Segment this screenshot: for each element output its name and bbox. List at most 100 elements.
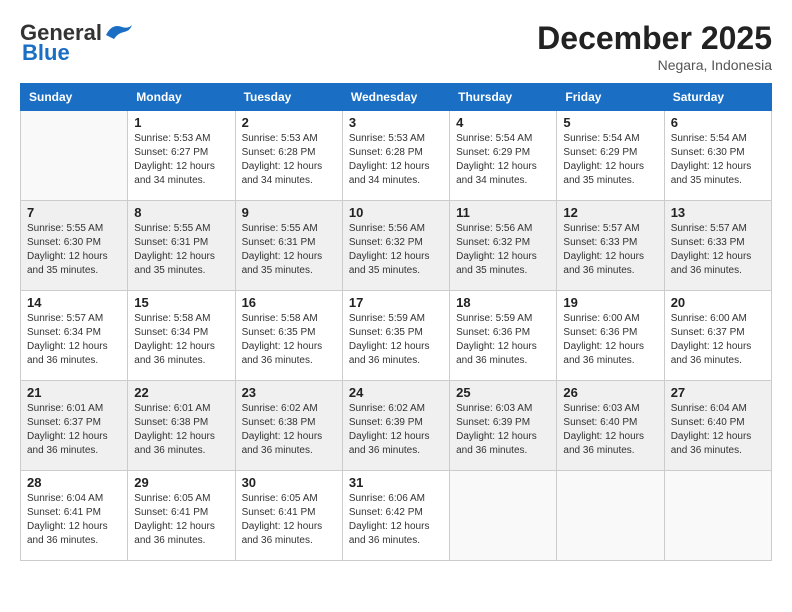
day-info: Sunrise: 5:55 AM Sunset: 6:30 PM Dayligh… (27, 222, 121, 278)
month-title: December 2025 (537, 20, 772, 57)
calendar-cell: 7 Sunrise: 5:55 AM Sunset: 6:30 PM Daylig… (21, 201, 128, 291)
day-number: 2 (242, 115, 336, 130)
calendar-cell: 27 Sunrise: 6:04 AM Sunset: 6:40 PM Dayli… (664, 381, 771, 471)
day-number: 20 (671, 295, 765, 310)
day-info: Sunrise: 5:55 AM Sunset: 6:31 PM Dayligh… (242, 222, 336, 278)
day-number: 25 (456, 385, 550, 400)
column-header-wednesday: Wednesday (342, 84, 449, 111)
day-info: Sunrise: 6:00 AM Sunset: 6:36 PM Dayligh… (563, 312, 657, 368)
calendar-week-4: 21 Sunrise: 6:01 AM Sunset: 6:37 PM Dayli… (21, 381, 772, 471)
calendar-cell: 23Sunrise: 6:02 AM Sunset: 6:38 PM Dayli… (235, 381, 342, 471)
day-number: 6 (671, 115, 765, 130)
column-header-thursday: Thursday (450, 84, 557, 111)
calendar-cell: 30 Sunrise: 6:05 AM Sunset: 6:41 PM Dayli… (235, 471, 342, 561)
calendar-cell (21, 111, 128, 201)
day-number: 3 (349, 115, 443, 130)
calendar-cell: 21 Sunrise: 6:01 AM Sunset: 6:37 PM Dayli… (21, 381, 128, 471)
calendar-cell: 18 Sunrise: 5:59 AM Sunset: 6:36 PM Dayli… (450, 291, 557, 381)
logo-bird-icon (104, 21, 136, 41)
day-number: 13 (671, 205, 765, 220)
calendar-week-1: 1 Sunrise: 5:53 AM Sunset: 6:27 PM Daylig… (21, 111, 772, 201)
calendar-cell: 29Sunrise: 6:05 AM Sunset: 6:41 PM Dayli… (128, 471, 235, 561)
day-number: 15 (134, 295, 228, 310)
day-info: Sunrise: 5:54 AM Sunset: 6:30 PM Dayligh… (671, 132, 765, 188)
calendar-cell: 2 Sunrise: 5:53 AM Sunset: 6:28 PM Daylig… (235, 111, 342, 201)
calendar-cell: 3 Sunrise: 5:53 AM Sunset: 6:28 PM Daylig… (342, 111, 449, 201)
calendar-cell: 12Sunrise: 5:57 AM Sunset: 6:33 PM Dayli… (557, 201, 664, 291)
day-number: 29 (134, 475, 228, 490)
day-info: Sunrise: 5:53 AM Sunset: 6:28 PM Dayligh… (242, 132, 336, 188)
day-number: 30 (242, 475, 336, 490)
day-info: Sunrise: 6:03 AM Sunset: 6:39 PM Dayligh… (456, 402, 550, 458)
day-info: Sunrise: 6:06 AM Sunset: 6:42 PM Dayligh… (349, 492, 443, 548)
day-number: 19 (563, 295, 657, 310)
calendar-cell (557, 471, 664, 561)
day-info: Sunrise: 5:58 AM Sunset: 6:35 PM Dayligh… (242, 312, 336, 368)
day-info: Sunrise: 5:57 AM Sunset: 6:33 PM Dayligh… (563, 222, 657, 278)
calendar-cell: 6 Sunrise: 5:54 AM Sunset: 6:30 PM Daylig… (664, 111, 771, 201)
day-info: Sunrise: 6:04 AM Sunset: 6:41 PM Dayligh… (27, 492, 121, 548)
day-number: 14 (27, 295, 121, 310)
day-info: Sunrise: 6:03 AM Sunset: 6:40 PM Dayligh… (563, 402, 657, 458)
day-info: Sunrise: 5:59 AM Sunset: 6:35 PM Dayligh… (349, 312, 443, 368)
logo: General Blue (20, 20, 136, 66)
calendar-cell: 11 Sunrise: 5:56 AM Sunset: 6:32 PM Dayli… (450, 201, 557, 291)
day-number: 16 (242, 295, 336, 310)
calendar-cell: 26Sunrise: 6:03 AM Sunset: 6:40 PM Dayli… (557, 381, 664, 471)
day-number: 5 (563, 115, 657, 130)
day-info: Sunrise: 6:01 AM Sunset: 6:37 PM Dayligh… (27, 402, 121, 458)
day-info: Sunrise: 6:05 AM Sunset: 6:41 PM Dayligh… (242, 492, 336, 548)
calendar-cell: 22Sunrise: 6:01 AM Sunset: 6:38 PM Dayli… (128, 381, 235, 471)
calendar-cell: 31 Sunrise: 6:06 AM Sunset: 6:42 PM Dayli… (342, 471, 449, 561)
day-info: Sunrise: 5:57 AM Sunset: 6:34 PM Dayligh… (27, 312, 121, 368)
page-header: General Blue December 2025 Negara, Indon… (20, 20, 772, 73)
day-number: 31 (349, 475, 443, 490)
calendar-week-2: 7 Sunrise: 5:55 AM Sunset: 6:30 PM Daylig… (21, 201, 772, 291)
day-number: 21 (27, 385, 121, 400)
day-number: 8 (134, 205, 228, 220)
calendar-cell: 16 Sunrise: 5:58 AM Sunset: 6:35 PM Dayli… (235, 291, 342, 381)
column-header-monday: Monday (128, 84, 235, 111)
day-number: 27 (671, 385, 765, 400)
day-number: 18 (456, 295, 550, 310)
day-number: 28 (27, 475, 121, 490)
day-info: Sunrise: 5:56 AM Sunset: 6:32 PM Dayligh… (456, 222, 550, 278)
day-info: Sunrise: 5:56 AM Sunset: 6:32 PM Dayligh… (349, 222, 443, 278)
column-header-sunday: Sunday (21, 84, 128, 111)
calendar-cell: 28 Sunrise: 6:04 AM Sunset: 6:41 PM Dayli… (21, 471, 128, 561)
day-number: 22 (134, 385, 228, 400)
day-number: 24 (349, 385, 443, 400)
location-subtitle: Negara, Indonesia (537, 57, 772, 73)
day-info: Sunrise: 5:53 AM Sunset: 6:28 PM Dayligh… (349, 132, 443, 188)
day-number: 7 (27, 205, 121, 220)
day-info: Sunrise: 5:54 AM Sunset: 6:29 PM Dayligh… (563, 132, 657, 188)
calendar-header-row: SundayMondayTuesdayWednesdayThursdayFrid… (21, 84, 772, 111)
calendar-cell: 4Sunrise: 5:54 AM Sunset: 6:29 PM Daylig… (450, 111, 557, 201)
day-info: Sunrise: 5:57 AM Sunset: 6:33 PM Dayligh… (671, 222, 765, 278)
day-number: 17 (349, 295, 443, 310)
day-info: Sunrise: 5:59 AM Sunset: 6:36 PM Dayligh… (456, 312, 550, 368)
day-number: 11 (456, 205, 550, 220)
day-info: Sunrise: 5:58 AM Sunset: 6:34 PM Dayligh… (134, 312, 228, 368)
day-info: Sunrise: 6:04 AM Sunset: 6:40 PM Dayligh… (671, 402, 765, 458)
calendar-cell: 25 Sunrise: 6:03 AM Sunset: 6:39 PM Dayli… (450, 381, 557, 471)
day-number: 1 (134, 115, 228, 130)
calendar-cell (664, 471, 771, 561)
calendar-cell: 14 Sunrise: 5:57 AM Sunset: 6:34 PM Dayli… (21, 291, 128, 381)
day-info: Sunrise: 5:54 AM Sunset: 6:29 PM Dayligh… (456, 132, 550, 188)
calendar-cell: 8Sunrise: 5:55 AM Sunset: 6:31 PM Daylig… (128, 201, 235, 291)
calendar-cell: 13 Sunrise: 5:57 AM Sunset: 6:33 PM Dayli… (664, 201, 771, 291)
calendar-cell: 15 Sunrise: 5:58 AM Sunset: 6:34 PM Dayli… (128, 291, 235, 381)
day-info: Sunrise: 5:53 AM Sunset: 6:27 PM Dayligh… (134, 132, 228, 188)
calendar-cell: 1 Sunrise: 5:53 AM Sunset: 6:27 PM Daylig… (128, 111, 235, 201)
logo-blue: Blue (22, 40, 70, 66)
calendar-cell: 5 Sunrise: 5:54 AM Sunset: 6:29 PM Daylig… (557, 111, 664, 201)
column-header-tuesday: Tuesday (235, 84, 342, 111)
day-number: 10 (349, 205, 443, 220)
calendar-cell: 20Sunrise: 6:00 AM Sunset: 6:37 PM Dayli… (664, 291, 771, 381)
calendar-cell: 17 Sunrise: 5:59 AM Sunset: 6:35 PM Dayli… (342, 291, 449, 381)
day-info: Sunrise: 6:02 AM Sunset: 6:38 PM Dayligh… (242, 402, 336, 458)
calendar-cell: 19 Sunrise: 6:00 AM Sunset: 6:36 PM Dayli… (557, 291, 664, 381)
calendar-cell: 10 Sunrise: 5:56 AM Sunset: 6:32 PM Dayli… (342, 201, 449, 291)
day-number: 9 (242, 205, 336, 220)
